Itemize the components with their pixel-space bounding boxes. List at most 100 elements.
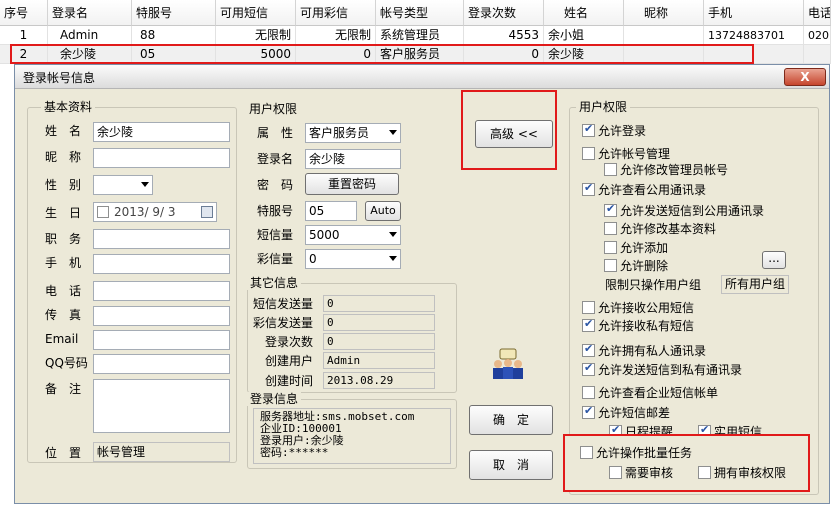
col-header[interactable]: 帐号类型 bbox=[376, 0, 464, 26]
account-info-dialog: 登录帐号信息 X 基本资料 姓 名 余少陵 昵 称 性 别 生 日 2013/ … bbox=[14, 64, 830, 504]
perm-checkbox[interactable] bbox=[582, 181, 595, 196]
location-label: 位 置 bbox=[45, 446, 82, 460]
login-info-line: 密码:****** bbox=[260, 446, 329, 459]
qq-field[interactable] bbox=[93, 354, 230, 374]
name-label: 姓 名 bbox=[45, 124, 82, 138]
perm-label: 允许拥有私人通讯录 bbox=[598, 344, 707, 358]
cell: 无限制 bbox=[296, 26, 376, 45]
col-header[interactable]: 姓名 bbox=[544, 0, 624, 26]
col-header[interactable]: 可用彩信 bbox=[296, 0, 376, 26]
perm-checkbox[interactable] bbox=[604, 259, 617, 272]
perm-label: 允许发送短信到私有通讯录 bbox=[598, 363, 743, 377]
highlight-advanced bbox=[461, 90, 557, 170]
birthday-enable-checkbox[interactable] bbox=[97, 206, 109, 218]
perm-checkbox[interactable] bbox=[582, 147, 595, 160]
perm-checkbox[interactable] bbox=[604, 163, 617, 176]
more-button[interactable]: ... bbox=[762, 251, 786, 269]
login-info-text: 服务器地址:sms.mobset.com 企业ID:100001 登录用户:余少陵密… bbox=[253, 408, 451, 464]
highlight-batch-task bbox=[563, 434, 810, 492]
perm-checkbox[interactable] bbox=[604, 222, 617, 235]
cell: 无限制 bbox=[216, 26, 296, 45]
group-limit-value: 所有用户组 bbox=[721, 275, 789, 294]
permissions-legend: 用户权限 bbox=[576, 100, 631, 114]
mobile-label: 手 机 bbox=[45, 256, 82, 270]
perm-label: 允许短信邮差 bbox=[598, 406, 671, 420]
perm-checkbox[interactable] bbox=[582, 361, 595, 376]
chevron-down-icon bbox=[141, 182, 149, 187]
position-field[interactable] bbox=[93, 229, 230, 249]
gender-select[interactable] bbox=[93, 175, 153, 195]
perm-checkbox[interactable] bbox=[604, 202, 617, 217]
other-info-legend: 其它信息 bbox=[247, 276, 302, 290]
col-header[interactable]: 可用短信 bbox=[216, 0, 296, 26]
cell: 余小姐 bbox=[544, 26, 624, 45]
cell bbox=[624, 26, 704, 45]
email-field[interactable] bbox=[93, 330, 230, 350]
attr-select[interactable]: 客户服务员 bbox=[305, 123, 401, 143]
sms-quota-value: 5000 bbox=[309, 228, 340, 242]
dialog-titlebar[interactable]: 登录帐号信息 X bbox=[15, 65, 829, 89]
perm-checkbox[interactable] bbox=[582, 404, 595, 419]
perm-checkbox[interactable] bbox=[582, 122, 595, 137]
created-time-value: 2013.08.29 bbox=[323, 372, 435, 389]
perm-checkbox[interactable] bbox=[582, 342, 595, 357]
col-header[interactable]: 登录次数 bbox=[464, 0, 544, 26]
col-header[interactable]: 登录名 bbox=[48, 0, 132, 26]
perm-label: 允许接收公用短信 bbox=[598, 301, 695, 315]
perm-checkbox[interactable] bbox=[582, 386, 595, 399]
login-count-value: 0 bbox=[323, 333, 435, 350]
col-header[interactable]: 序号 bbox=[0, 0, 48, 26]
login-name-field[interactable]: 余少陵 bbox=[305, 149, 401, 169]
mms-quota-select[interactable]: 0 bbox=[305, 249, 401, 269]
mms-sent-label: 彩信发送量 bbox=[253, 316, 314, 330]
password-label: 密 码 bbox=[257, 178, 294, 192]
perm-checkbox[interactable] bbox=[582, 317, 595, 332]
gender-label: 性 别 bbox=[45, 178, 82, 192]
creator-value: Admin bbox=[323, 352, 435, 369]
reset-password-button[interactable]: 重置密码 bbox=[305, 173, 399, 195]
name-field[interactable]: 余少陵 bbox=[93, 122, 230, 142]
phone-label: 电 话 bbox=[45, 284, 82, 298]
basic-info-legend: 基本资料 bbox=[41, 100, 96, 114]
perm-label: 允许登录 bbox=[598, 124, 647, 138]
dialog-title: 登录帐号信息 bbox=[23, 71, 96, 85]
col-header[interactable]: 电话 bbox=[804, 0, 831, 26]
birthday-field[interactable]: 2013/ 9/ 3 bbox=[93, 202, 217, 222]
perm-label: 允许发送短信到公用通讯录 bbox=[620, 204, 765, 218]
users-group-icon bbox=[491, 347, 525, 381]
attr-label: 属 性 bbox=[257, 126, 294, 140]
col-header[interactable]: 昵称 bbox=[624, 0, 704, 26]
special-number-field[interactable]: 05 bbox=[305, 201, 357, 221]
perm-label: 允许查看公用通讯录 bbox=[598, 183, 707, 197]
perm-label: 允许修改管理员帐号 bbox=[620, 163, 729, 177]
login-info-legend: 登录信息 bbox=[247, 392, 302, 406]
cell: 1 bbox=[0, 26, 48, 45]
fax-field[interactable] bbox=[93, 306, 230, 326]
mms-quota-value: 0 bbox=[309, 252, 317, 266]
sms-sent-value: 0 bbox=[323, 295, 435, 312]
cancel-button[interactable]: 取 消 bbox=[469, 450, 553, 480]
close-button[interactable]: X bbox=[784, 68, 826, 86]
sms-quota-select[interactable]: 5000 bbox=[305, 225, 401, 245]
perm-label: 允许添加 bbox=[620, 241, 669, 255]
nickname-label: 昵 称 bbox=[45, 150, 82, 164]
auto-button[interactable]: Auto bbox=[365, 201, 401, 221]
mobile-field[interactable] bbox=[93, 254, 230, 274]
ok-button[interactable]: 确 定 bbox=[469, 405, 553, 435]
phone-field[interactable] bbox=[93, 281, 230, 301]
col-header[interactable]: 手机 bbox=[704, 0, 804, 26]
position-label: 职 务 bbox=[45, 232, 82, 246]
perm-label: 允许查看企业短信帐单 bbox=[598, 386, 719, 400]
perm-checkbox[interactable] bbox=[604, 241, 617, 254]
remark-field[interactable] bbox=[93, 379, 230, 433]
calendar-icon[interactable] bbox=[201, 206, 213, 218]
login-name-label: 登录名 bbox=[257, 152, 294, 166]
perm-checkbox[interactable] bbox=[582, 301, 595, 314]
perm-label: 允许帐号管理 bbox=[598, 147, 671, 161]
perm-label: 允许修改基本资料 bbox=[620, 222, 717, 236]
cell: 4553 bbox=[464, 26, 544, 45]
nickname-field[interactable] bbox=[93, 148, 230, 168]
special-number-label: 特服号 bbox=[257, 204, 294, 218]
col-header[interactable]: 特服号 bbox=[132, 0, 216, 26]
created-time-label: 创建时间 bbox=[265, 374, 314, 388]
